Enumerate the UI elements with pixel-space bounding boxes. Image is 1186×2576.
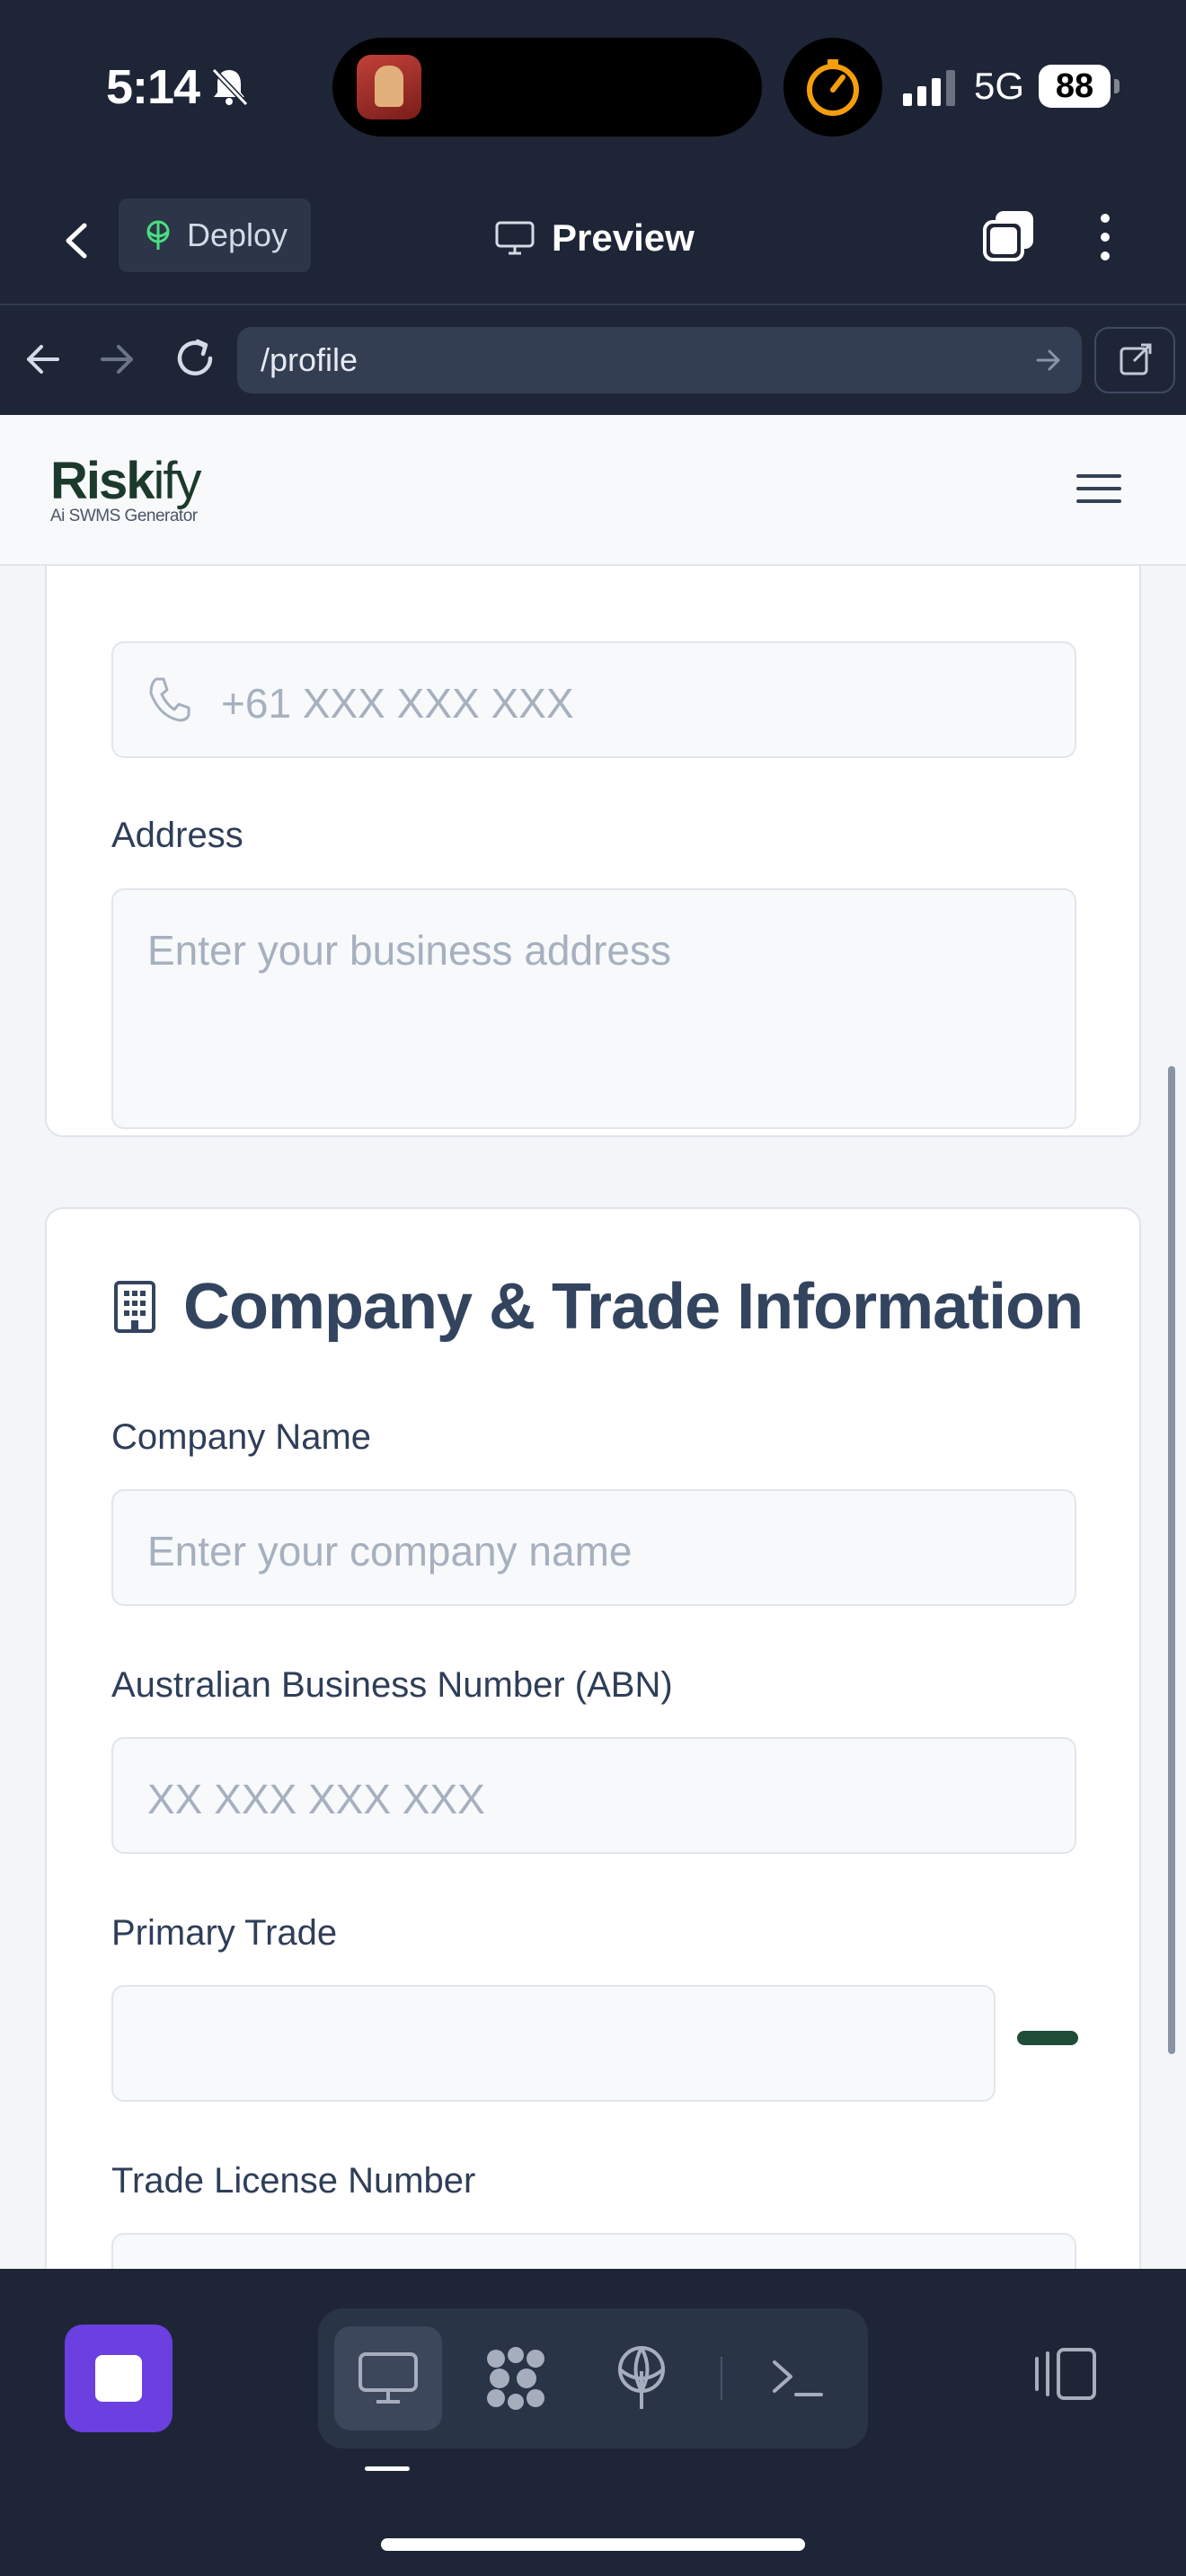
preview-icon	[358, 2352, 418, 2404]
tab-apps[interactable]	[462, 2326, 570, 2430]
url-text: /profile	[261, 341, 358, 378]
url-field[interactable]: /profile	[237, 327, 1082, 393]
license-input[interactable]	[111, 2233, 1076, 2269]
page-scrollbar[interactable]	[1168, 1066, 1175, 2054]
company-trade-card: Company & Trade Information Company Name…	[45, 1207, 1141, 2269]
abn-input[interactable]: XX XXX XXX XXX	[111, 1737, 1076, 1854]
address-textarea[interactable]: Enter your business address	[111, 888, 1076, 1129]
side-panel-icon[interactable]	[1031, 2346, 1100, 2402]
stop-icon	[95, 2355, 142, 2402]
go-arrow-icon[interactable]	[1033, 345, 1064, 375]
monitor-icon	[495, 221, 535, 255]
site-navbar: Riskify Ai SWMS Generator	[0, 415, 1186, 566]
signal-icon	[903, 70, 955, 106]
nav-back-button[interactable]	[23, 340, 63, 379]
section-heading: Company & Trade Information	[111, 1270, 1084, 1344]
view-switcher	[318, 2308, 868, 2448]
timer-activity	[783, 38, 882, 137]
reload-icon[interactable]	[171, 334, 219, 383]
preview-title: Preview	[494, 211, 695, 265]
url-bar: /profile	[0, 307, 1186, 415]
deploy-icon	[146, 220, 170, 250]
primary-trade-select[interactable]	[111, 1985, 996, 2102]
nav-forward-button[interactable]	[97, 340, 137, 379]
address-label: Address	[111, 816, 243, 855]
back-button[interactable]	[54, 209, 99, 272]
phone-placeholder: +61 XXX XXX XXX	[221, 680, 574, 727]
primary-trade-label: Primary Trade	[111, 1913, 338, 1953]
more-options-icon[interactable]	[1087, 207, 1123, 267]
battery-indicator: 88	[1039, 65, 1111, 108]
now-playing-app-icon	[357, 55, 421, 119]
license-label: Trade License Number	[111, 2161, 476, 2201]
deploy-icon	[618, 2346, 665, 2409]
bell-slash-icon	[211, 67, 249, 107]
hamburger-menu-icon[interactable]	[1076, 474, 1121, 510]
riskify-logo[interactable]: Riskify Ai SWMS Generator	[50, 452, 202, 526]
open-external-button[interactable]	[1094, 327, 1175, 393]
active-tab-indicator	[365, 2466, 410, 2471]
section-title: Company & Trade Information	[183, 1271, 1084, 1343]
apps-icon	[487, 2347, 544, 2410]
deploy-label: Deploy	[187, 216, 288, 253]
tabs-button[interactable]	[979, 207, 1039, 267]
home-indicator[interactable]	[381, 2538, 805, 2551]
battery-tip	[1114, 79, 1120, 93]
tab-terminal[interactable]	[744, 2326, 852, 2430]
logo-wordmark: Riskify	[50, 452, 202, 510]
abn-placeholder: XX XXX XXX XXX	[147, 1776, 485, 1822]
company-name-label: Company Name	[111, 1417, 372, 1457]
tab-deploy[interactable]	[588, 2326, 695, 2430]
preview-label: Preview	[552, 216, 695, 259]
status-bar: 5:14 5G 88	[0, 0, 1186, 175]
app-header: Deploy Preview	[0, 175, 1186, 305]
phone-input[interactable]: +61 XXX XXX XXX	[111, 641, 1076, 758]
abn-label: Australian Business Number (ABN)	[111, 1665, 673, 1705]
phone-icon	[149, 677, 190, 722]
terminal-icon	[773, 2360, 823, 2396]
address-placeholder: Enter your business address	[147, 927, 671, 974]
network-label: 5G	[974, 65, 1025, 107]
stopwatch-icon	[807, 59, 859, 116]
dynamic-island	[332, 38, 762, 137]
company-name-placeholder: Enter your company name	[147, 1528, 633, 1575]
deploy-button[interactable]: Deploy	[119, 198, 311, 272]
toolbar-divider	[721, 2357, 722, 2400]
logo-tagline: Ai SWMS Generator	[50, 507, 198, 525]
bottom-toolbar	[0, 2269, 1186, 2576]
company-name-input[interactable]: Enter your company name	[111, 1489, 1076, 1606]
building-icon	[114, 1281, 155, 1333]
trade-add-button[interactable]	[1017, 2031, 1078, 2045]
stop-button[interactable]	[65, 2325, 173, 2432]
status-time: 5:14	[106, 60, 200, 114]
external-link-icon	[1120, 343, 1152, 375]
tab-preview[interactable]	[334, 2326, 442, 2430]
webview: Riskify Ai SWMS Generator +61 XXX XXX XX…	[0, 415, 1186, 2269]
